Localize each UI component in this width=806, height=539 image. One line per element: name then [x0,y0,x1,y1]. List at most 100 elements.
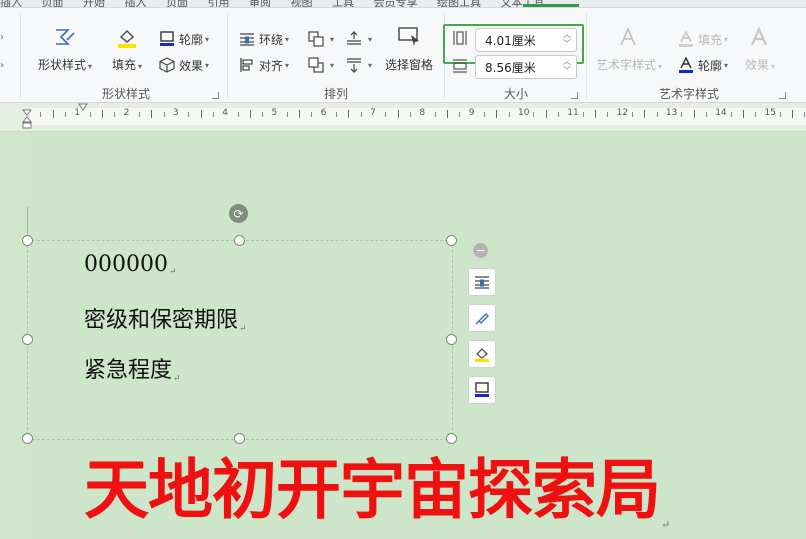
ruler-tick [644,110,646,118]
send-backward-icon [307,56,325,74]
layer-up-button[interactable]: ▾ [345,30,372,48]
height-stepper-icon[interactable]: ︿ ﹀ [563,30,571,48]
shape-style-button[interactable]: 形状样式 ▾ [38,24,92,73]
wordart-group-label: 艺术字样式 [659,87,720,101]
text-effect-button[interactable]: 效果 ▾ [745,24,775,73]
ruler-number: 4 [222,108,228,118]
ruler-number: 6 [320,108,327,118]
paragraph-mark-icon: ↵ [168,267,177,277]
ruler-tick [484,112,486,117]
ruler-tick [447,110,449,118]
ruler-tick [89,112,91,117]
size-launcher[interactable] [571,92,578,99]
ruler-indent-marker-icon[interactable] [22,109,32,129]
ruler-tick [656,112,658,117]
tab-page-1[interactable]: 页面 [42,0,64,7]
shape-style-group-label: 形状样式 [102,87,151,101]
effect-button[interactable]: 效果 ▾ [158,56,209,74]
partial-left-icon-2[interactable]: › [0,60,4,71]
ruler-tick [582,112,584,117]
headline-text: 天地初开宇宙探索局 [84,452,661,528]
ruler-tick [52,110,54,118]
tab-page[interactable]: 页面 [166,0,188,7]
float-style-button[interactable] [468,304,496,332]
resize-handle-right[interactable] [446,334,457,345]
collapse-toolbar-icon[interactable] [473,243,488,258]
send-backward-button[interactable]: ▾ [307,56,334,74]
wrap-button[interactable]: 环绕 ▾ [238,30,289,48]
height-value[interactable]: 4.01厘米 [485,32,536,49]
tab-home[interactable]: 开始 [83,0,105,7]
text-effect-label: 效果 [745,58,770,72]
effect-label: 效果 [179,58,204,73]
doc-line-number[interactable]: 000000↵ [84,252,177,277]
paragraph-mark-icon: ↵ [239,324,247,334]
width-stepper-icon[interactable]: ︿ ﹀ [563,57,571,75]
selection-pane-button[interactable]: 选择窗格 [385,24,433,73]
resize-handle-left[interactable] [22,334,33,345]
ruler-number: 15 [764,108,776,118]
ruler-tick [114,112,116,117]
shape-style-launcher[interactable] [212,92,219,99]
menu-tabs: 插入 页面 开始 插入 页面 引用 审阅 视图 工具 会员专享 绘图工具 文本工… [0,0,561,7]
width-value[interactable]: 8.56厘米 [485,59,536,76]
doc-line-classification[interactable]: 密级和保密期限↵ [84,302,247,334]
arrange-group-label: 排列 [324,87,349,101]
float-outline-button[interactable] [468,376,496,404]
tab-insert-1[interactable]: 插入 [0,0,22,7]
tab-review[interactable]: 审阅 [249,0,271,7]
text-outline-button[interactable]: 轮廓 ▾ [677,56,728,74]
layer-down-button[interactable]: ▾ [345,56,372,74]
ruler-tick [410,112,412,117]
height-spinbox[interactable]: 4.01厘米 ︿ ﹀ [475,28,577,52]
outline-button[interactable]: 轮廓 ▾ [158,30,209,48]
ruler-tick [742,110,744,118]
resize-handle-top[interactable] [234,235,245,246]
rotate-handle-icon[interactable]: ⟳ [229,204,248,223]
float-wrap-button[interactable] [468,268,496,296]
wordart-launcher[interactable] [779,92,786,99]
ruler-tick [397,110,399,118]
ruler-tick [779,112,781,117]
ruler-number: 9 [468,108,475,118]
align-button[interactable]: 对齐 ▾ [238,56,289,74]
separator [586,14,587,98]
width-spinbox[interactable]: 8.56厘米 ︿ ﹀ [475,55,577,79]
doc-line-urgency[interactable]: 紧急程度↵ [84,352,181,384]
ruler-tick [286,112,288,117]
outline-label: 轮廓 [179,32,204,47]
tab-tools[interactable]: 工具 [332,0,354,7]
tab-references[interactable]: 引用 [208,0,230,7]
horizontal-ruler[interactable]: 1 2 3 4 5 6 7 8 9 10 11 12 13 14 15 [0,103,806,132]
resize-handle-top-right[interactable] [446,235,457,246]
tab-member[interactable]: 会员专享 [374,0,418,7]
bring-forward-button[interactable]: ▾ [307,30,334,48]
text-effect-icon [746,24,774,50]
fill-button[interactable]: 填充 ▾ [112,24,142,73]
document-headline[interactable]: 天地初开宇宙探索局↵ [84,437,670,531]
ruler-tick [200,110,202,118]
layer-up-icon [345,30,363,48]
ruler-tick [212,112,214,117]
resize-handle-bottom-left[interactable] [22,433,33,444]
text-fill-button[interactable]: 填充 ▾ [677,30,728,48]
wordart-style-label: 艺术字样式 [596,58,657,72]
wordart-style-button[interactable]: 艺术字样式 ▾ [596,24,662,73]
ruler-tick [533,112,535,117]
ruler-tick [755,112,757,117]
tab-drawing-tools[interactable]: 绘图工具 [437,0,481,7]
wrap-label: 环绕 [259,32,284,47]
partial-left-icon-1[interactable]: › [0,32,4,43]
ruler-tick [262,112,264,117]
text-outline-icon [677,56,695,74]
ruler-tick [705,112,707,117]
tab-insert[interactable]: 插入 [125,0,147,7]
tab-view[interactable]: 视图 [291,0,313,7]
ruler-tick [545,110,547,118]
float-fill-button[interactable] [468,340,496,368]
ruler-tick [249,110,251,118]
resize-handle-top-left[interactable] [22,235,33,246]
height-icon [452,30,468,50]
ruler-tick [681,112,683,117]
ruler-number: 14 [715,108,727,118]
